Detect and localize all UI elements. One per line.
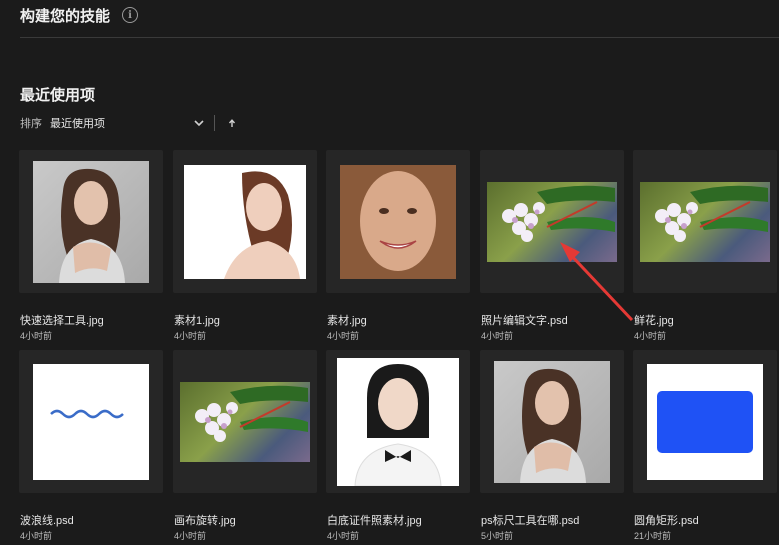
file-card[interactable] — [326, 350, 470, 493]
file-modified-time: 4小时前 — [174, 531, 207, 541]
file-name[interactable]: 照片编辑文字.psd — [481, 312, 568, 328]
file-name[interactable]: 素材.jpg — [327, 312, 367, 328]
file-modified-time: 4小时前 — [20, 531, 53, 541]
file-card[interactable] — [326, 150, 470, 293]
file-card[interactable] — [633, 350, 777, 493]
file-name[interactable]: 素材1.jpg — [174, 312, 220, 328]
blue-rectangle-shape — [657, 390, 753, 453]
sort-dropdown[interactable]: 最近使用项 — [50, 115, 105, 131]
chevron-down-icon[interactable] — [192, 116, 206, 130]
header-divider — [20, 37, 779, 38]
sort-label: 排序 — [20, 118, 42, 130]
file-name[interactable]: 波浪线.psd — [20, 512, 74, 528]
file-name[interactable]: 鲜花.jpg — [634, 312, 674, 328]
file-name[interactable]: ps标尺工具在哪.psd — [481, 512, 579, 528]
portrait-thumbnail — [184, 164, 306, 279]
sort-direction-arrow-icon[interactable] — [225, 116, 239, 130]
flower-thumbnail — [640, 181, 770, 262]
info-icon[interactable]: i — [122, 7, 139, 23]
file-name[interactable]: 白底证件照素材.jpg — [327, 512, 422, 528]
flower-thumbnail — [487, 181, 617, 262]
file-modified-time: 21小时前 — [634, 531, 672, 541]
file-modified-time: 5小时前 — [481, 531, 514, 541]
file-card[interactable] — [173, 350, 317, 493]
file-modified-time: 4小时前 — [634, 331, 667, 341]
file-modified-time: 4小时前 — [327, 331, 360, 341]
sort-bar: 排序 最近使用项 — [20, 114, 239, 132]
id-photo-thumbnail — [337, 357, 459, 486]
sort-separator — [214, 115, 215, 131]
file-name[interactable]: 圆角矩形.psd — [634, 512, 699, 528]
portrait-thumbnail — [33, 160, 149, 283]
wave-thumbnail — [33, 363, 149, 480]
file-modified-time: 4小时前 — [327, 531, 360, 541]
flower-thumbnail — [180, 381, 310, 462]
file-modified-time: 4小时前 — [174, 331, 207, 341]
skills-header: 构建您的技能 i — [20, 4, 139, 26]
file-modified-time: 4小时前 — [481, 331, 514, 341]
file-card[interactable] — [173, 150, 317, 293]
file-name[interactable]: 画布旋转.jpg — [174, 512, 236, 528]
file-modified-time: 4小时前 — [20, 331, 53, 341]
file-card[interactable] — [480, 350, 624, 493]
file-card[interactable] — [19, 150, 163, 293]
rounded-rect-thumbnail — [647, 363, 763, 480]
face-thumbnail — [340, 164, 456, 279]
file-card[interactable] — [633, 150, 777, 293]
portrait-thumbnail — [494, 360, 610, 483]
file-name[interactable]: 快速选择工具.jpg — [20, 312, 104, 328]
skills-title: 构建您的技能 — [20, 7, 111, 25]
recent-section-title: 最近使用项 — [20, 87, 96, 104]
file-card[interactable] — [19, 350, 163, 493]
file-card[interactable] — [480, 150, 624, 293]
